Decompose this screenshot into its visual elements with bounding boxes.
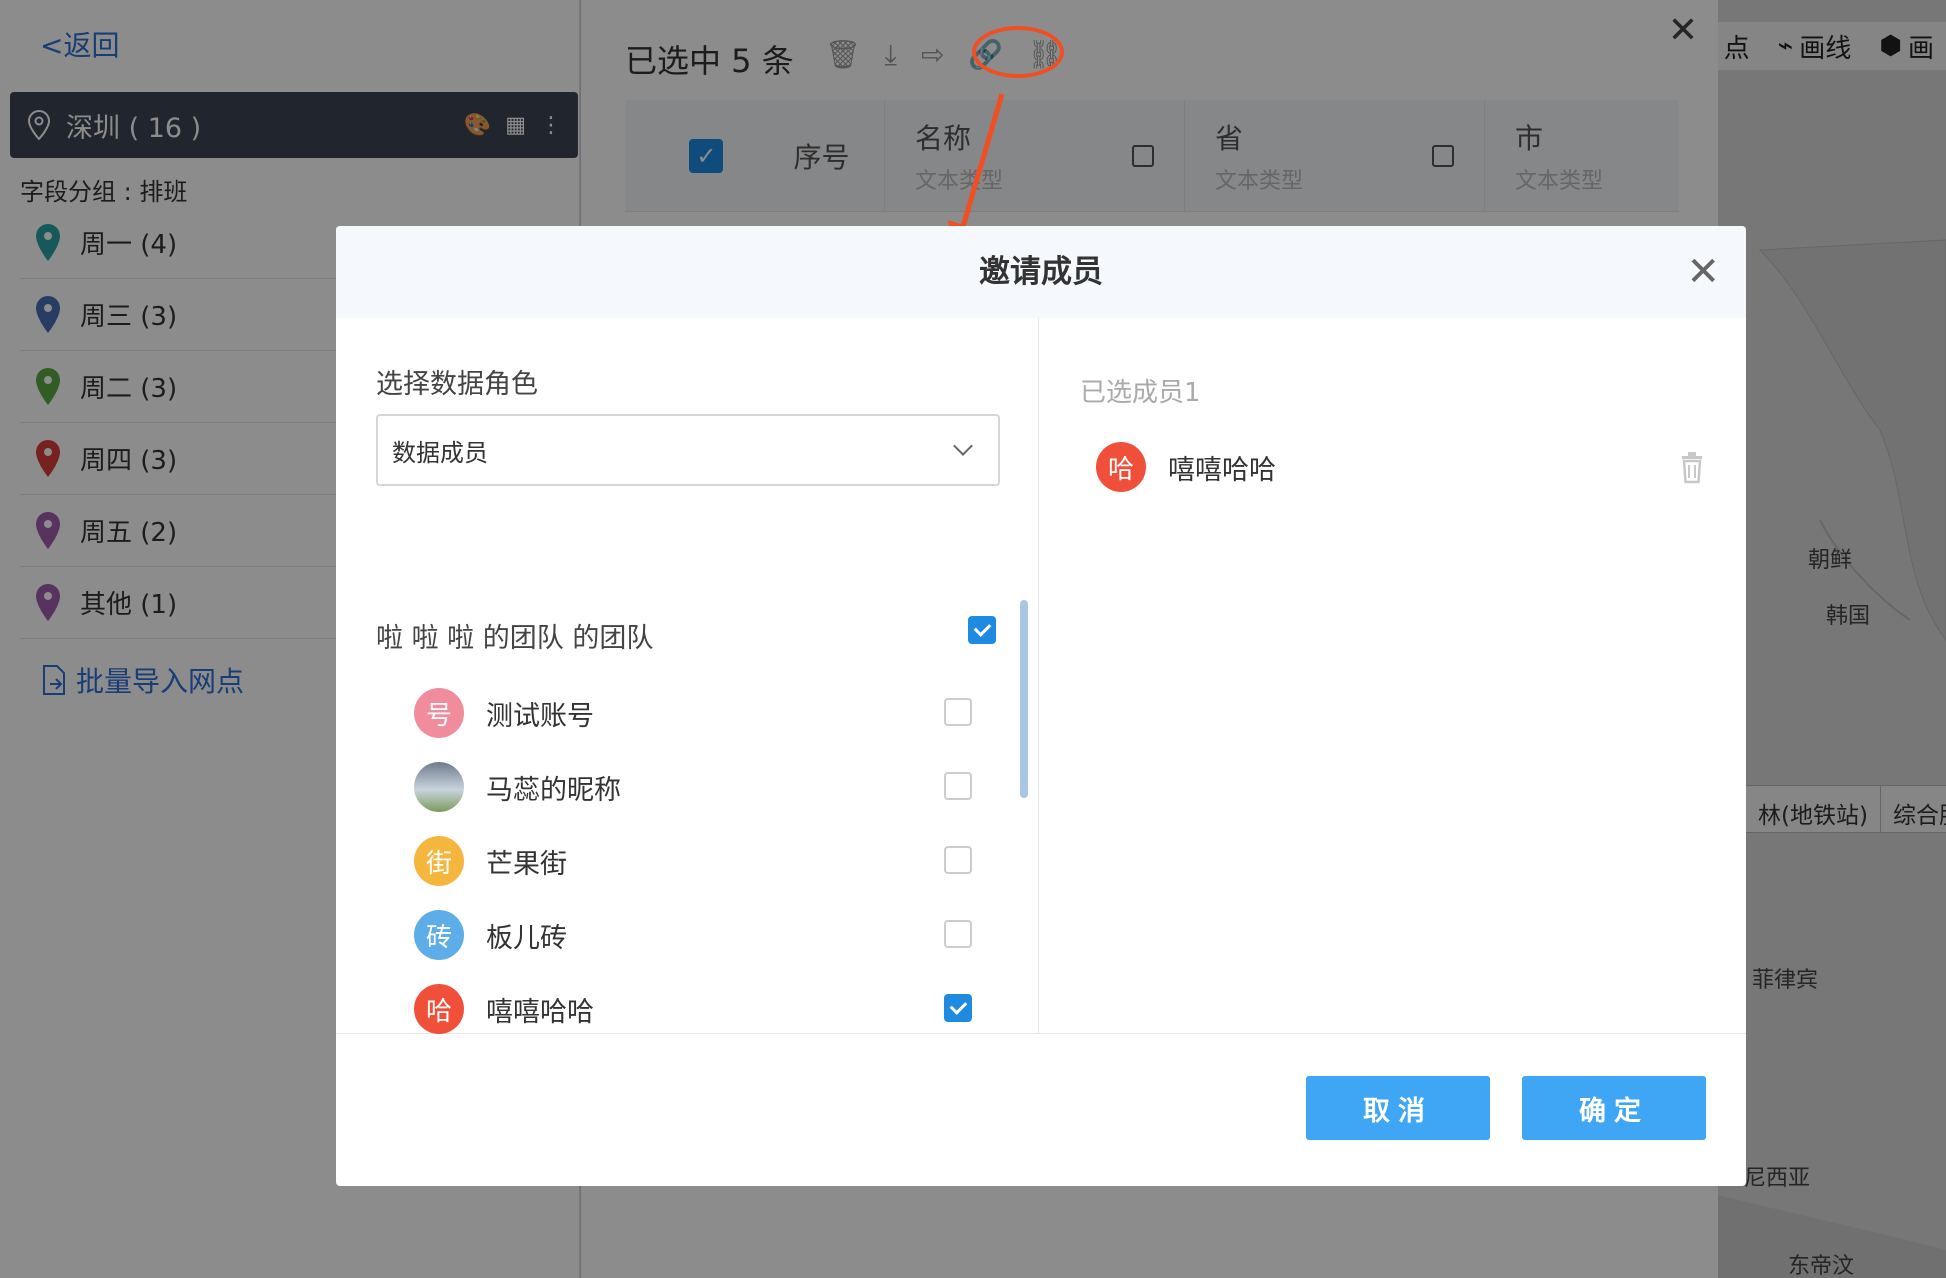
- member-list: 号 测试账号 马蕊的昵称 街 芒果街 砖 板儿砖 哈 嘻嘻哈哈: [336, 676, 1036, 1034]
- cancel-button[interactable]: 取消: [1306, 1076, 1490, 1140]
- avatar: [414, 762, 464, 812]
- member-checkbox[interactable]: [944, 994, 972, 1022]
- avatar: 哈: [414, 984, 464, 1034]
- role-section-title: 选择数据角色: [376, 369, 538, 400]
- chevron-down-icon: [953, 436, 973, 456]
- member-item[interactable]: 砖 板儿砖: [336, 898, 1036, 972]
- member-item[interactable]: 哈 嘻嘻哈哈: [336, 972, 1036, 1034]
- member-checkbox[interactable]: [944, 772, 972, 800]
- member-item[interactable]: 街 芒果街: [336, 824, 1036, 898]
- avatar: 砖: [414, 910, 464, 960]
- member-checkbox[interactable]: [944, 698, 972, 726]
- team-label: 啦 啦 啦 的团队 的团队: [376, 623, 654, 654]
- selected-count-title: 已选成员1: [1080, 378, 1201, 408]
- role-select[interactable]: 数据成员: [376, 414, 1000, 486]
- dialog-footer: 取消 确定: [336, 1034, 1746, 1186]
- member-list-scrollbar[interactable]: [1020, 600, 1028, 798]
- annotation-ellipse: [972, 26, 1064, 78]
- member-item[interactable]: 马蕊的昵称: [336, 750, 1036, 824]
- member-checkbox[interactable]: [944, 920, 972, 948]
- selected-members-panel: 已选成员1 哈 嘻嘻哈哈: [1040, 318, 1746, 1034]
- member-picker: 选择数据角色 数据成员 啦 啦 啦 的团队 的团队 号 测试账号 马蕊的昵称 街…: [336, 318, 1039, 1034]
- member-checkbox[interactable]: [944, 846, 972, 874]
- team-row[interactable]: 啦 啦 啦 的团队 的团队: [376, 616, 996, 655]
- dialog-header: 邀请成员 ✕: [336, 226, 1746, 318]
- trash-icon[interactable]: [1680, 450, 1704, 484]
- avatar: 哈: [1096, 442, 1146, 492]
- confirm-button[interactable]: 确定: [1522, 1076, 1706, 1140]
- selected-member-item: 哈 嘻嘻哈哈: [1096, 442, 1716, 492]
- close-icon[interactable]: ✕: [1686, 226, 1720, 318]
- dialog-body: 选择数据角色 数据成员 啦 啦 啦 的团队 的团队 号 测试账号 马蕊的昵称 街…: [336, 318, 1746, 1034]
- avatar: 街: [414, 836, 464, 886]
- invite-member-dialog: 邀请成员 ✕ 选择数据角色 数据成员 啦 啦 啦 的团队 的团队 号 测试账号: [336, 226, 1746, 1186]
- team-checkbox[interactable]: [968, 616, 996, 644]
- avatar: 号: [414, 688, 464, 738]
- member-item[interactable]: 号 测试账号: [336, 676, 1036, 750]
- dialog-title: 邀请成员: [979, 254, 1103, 290]
